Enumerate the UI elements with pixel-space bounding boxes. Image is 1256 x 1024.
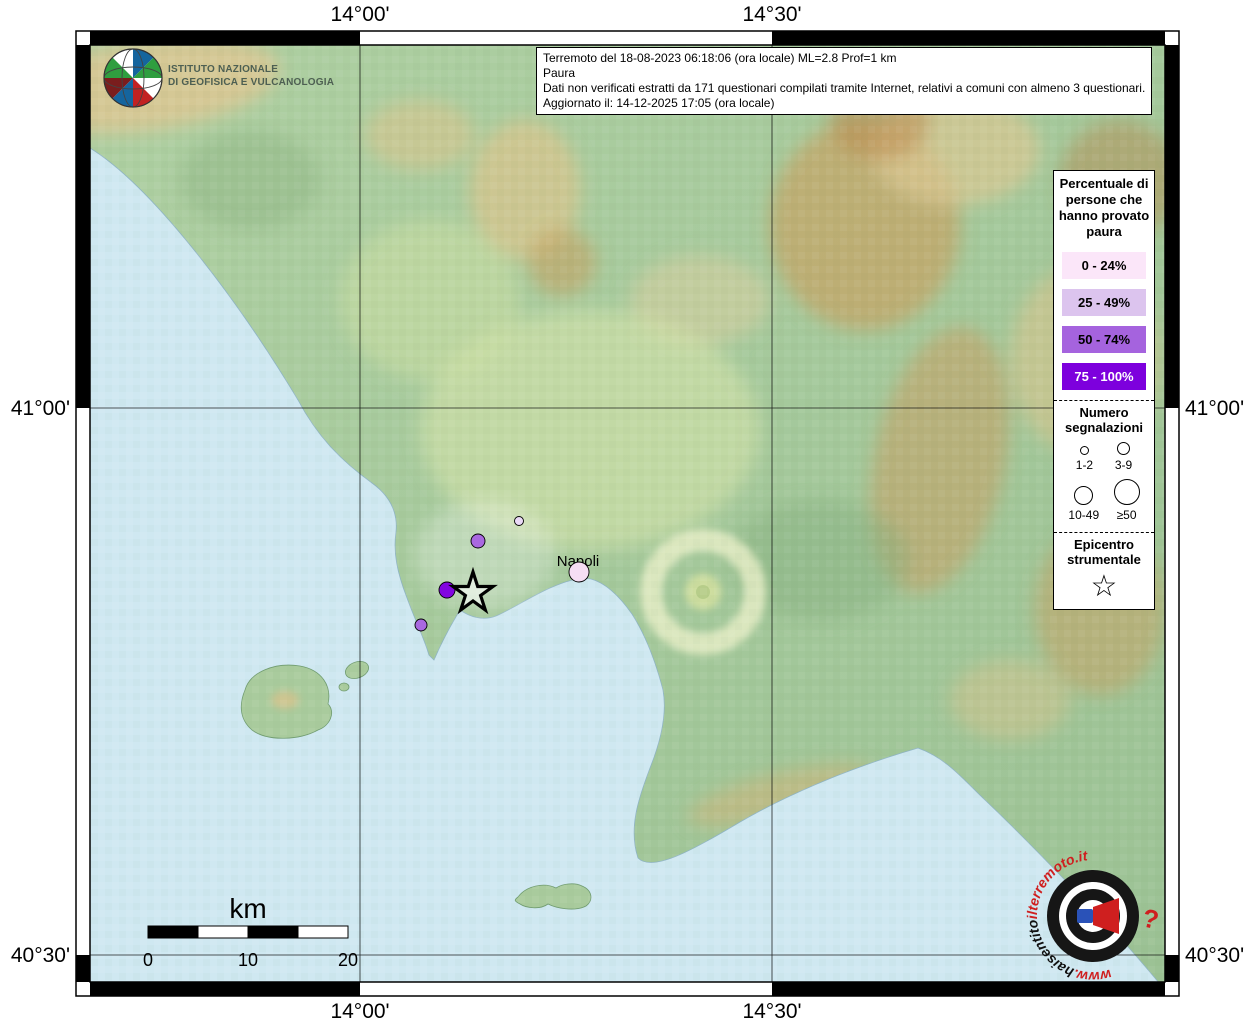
event-disclaimer: Dati non verificati estratti da 171 ques…	[543, 81, 1145, 96]
legend-class-1: 25 - 49%	[1062, 289, 1146, 316]
terrain-layer: Napoli km 0 10 20	[15, 22, 1180, 993]
ingv-wordmark-line1: ISTITUTO NAZIONALE	[168, 63, 334, 76]
signals-title: Numero segnalazioni	[1054, 405, 1154, 435]
signal-size-icon	[1074, 486, 1093, 505]
axis-label-lon-bottom-right: 14°30'	[742, 1000, 801, 1024]
hsit-map-page: 14°00' 14°30' 14°00' 14°30' 41°00' 40°30…	[0, 0, 1256, 1024]
legend-separator	[1054, 532, 1154, 533]
signals-row-large: 10-49 ≥50	[1054, 479, 1154, 522]
signal-size-label: 3-9	[1115, 458, 1132, 472]
axis-label-lat-right-top: 41°00'	[1185, 397, 1244, 421]
felt-report-point	[515, 517, 524, 526]
signal-size-label: 1-2	[1076, 458, 1093, 472]
axis-label-lon-top-right: 14°30'	[742, 3, 801, 27]
event-title: Terremoto del 18-08-2023 06:18:06 (ora l…	[543, 51, 1145, 66]
axis-label-lon-bottom-left: 14°00'	[330, 1000, 389, 1024]
axis-label-lon-top-left: 14°00'	[330, 3, 389, 27]
ingv-wordmark-line2: DI GEOFISICA E VULCANOLOGIA	[168, 76, 334, 89]
legend-class-2: 50 - 74%	[1062, 326, 1146, 353]
signal-size-icon	[1080, 446, 1089, 455]
legend-class-0: 0 - 24%	[1062, 252, 1146, 279]
axis-label-lat-left-bottom: 40°30'	[0, 944, 70, 968]
felt-report-point	[415, 619, 427, 631]
epicenter-legend-star-icon: ☆	[1054, 571, 1154, 603]
event-effect: Paura	[543, 66, 1145, 81]
axis-label-lat-right-bottom: 40°30'	[1185, 944, 1244, 968]
legend-separator	[1054, 400, 1154, 401]
event-updated-at: Aggiornato il: 14-12-2025 17:05 (ora loc…	[543, 96, 1145, 111]
legend-class-3: 75 - 100%	[1062, 363, 1146, 390]
signals-row-small: 1-2 3-9	[1054, 442, 1154, 472]
scale-tick-10: 10	[238, 950, 258, 970]
epicenter-title: Epicentro strumentale	[1054, 537, 1154, 567]
felt-report-point	[569, 562, 589, 582]
raster-texture	[90, 45, 1165, 982]
legend-panel: Percentuale di persone che hanno provato…	[1053, 170, 1155, 610]
signal-size-label: ≥50	[1117, 508, 1137, 522]
event-info-box: Terremoto del 18-08-2023 06:18:06 (ora l…	[536, 47, 1152, 115]
felt-report-point	[439, 582, 455, 598]
scale-bar-unit: km	[229, 893, 266, 924]
axis-label-lat-left-top: 41°00'	[0, 397, 70, 421]
scale-tick-0: 0	[143, 950, 153, 970]
megaphone-icon	[1077, 909, 1093, 923]
legend-title: Percentuale di persone che hanno provato…	[1054, 171, 1154, 242]
signal-size-icon	[1114, 479, 1140, 505]
signal-size-icon	[1117, 442, 1130, 455]
felt-report-point	[471, 534, 485, 548]
scale-tick-20: 20	[338, 950, 358, 970]
ingv-wordmark: ISTITUTO NAZIONALE DI GEOFISICA E VULCAN…	[168, 63, 334, 89]
signal-size-label: 10-49	[1068, 508, 1099, 522]
